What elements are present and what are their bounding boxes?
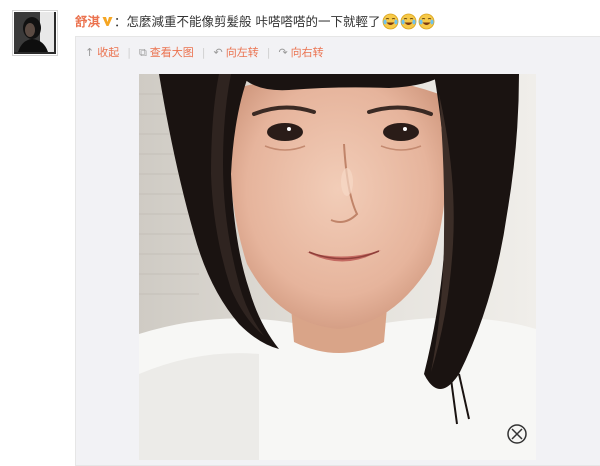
view-large-label: 查看大图 [149,46,194,59]
rotate-right-label: 向右转 [290,46,324,59]
toolbar-divider: | [266,46,271,59]
zoom-icon: ⧉ [138,46,147,59]
post-colon: ： [114,14,127,29]
selfie-image [139,74,536,460]
verified-badge-icon[interactable] [102,16,113,27]
author-name[interactable]: 舒淇 [75,14,100,29]
author-avatar[interactable] [12,10,58,56]
rotate-left-button[interactable]: ↶ 向左转 [214,44,259,62]
collapse-label: 收起 [97,46,120,59]
avatar-image [14,12,54,52]
rotate-left-label: 向左转 [225,46,259,59]
laugh-cry-emoji-icon [382,13,398,30]
image-toolbar: ↑ 收起 | ⧉ 查看大图 | ↶ 向左转 | ↷ 向右转 [85,44,324,62]
laugh-cry-emoji-icon [418,13,434,30]
view-large-button[interactable]: ⧉ 查看大图 [139,44,194,62]
collapse-button[interactable]: ↑ 收起 [85,44,119,62]
rotate-left-icon: ↶ [213,46,223,59]
toolbar-divider: | [127,46,131,59]
laugh-cry-emoji-icon [400,13,416,30]
rotate-right-icon: ↷ [278,46,288,59]
post-photo[interactable] [139,74,536,460]
toolbar-divider: | [201,46,206,59]
collapse-up-icon: ↑ [85,46,95,59]
rotate-right-button[interactable]: ↷ 向右转 [278,44,323,62]
post-text: 怎麼減重不能像剪髮般 咔嗒嗒嗒的一下就輕了 [126,14,381,29]
post-content: 舒淇 ：怎麼減重不能像剪髮般 咔嗒嗒嗒的一下就輕了 [75,13,595,33]
